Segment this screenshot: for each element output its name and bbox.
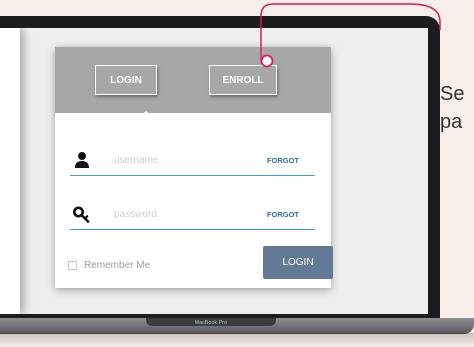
callout-connector	[260, 3, 441, 68]
callout-dot-icon	[260, 54, 274, 68]
side-text-line-1: Se	[440, 83, 465, 105]
page: LOGIN ENROLL FORGOT FORGOT Remember Me	[0, 0, 474, 347]
side-text-line-2: pa	[440, 111, 463, 133]
side-description: Se pa	[440, 80, 474, 136]
